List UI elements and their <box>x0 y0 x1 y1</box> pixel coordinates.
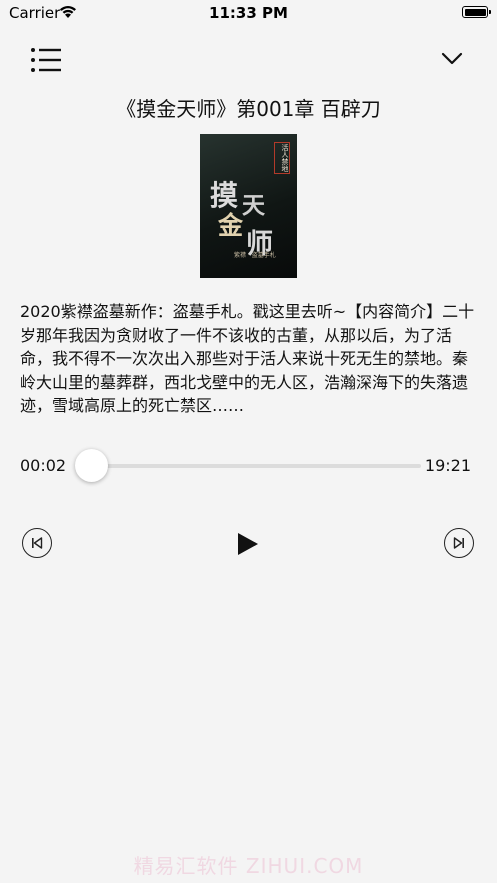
chevron-down-icon <box>441 52 463 65</box>
skip-forward-icon <box>453 537 464 549</box>
episode-title: 《摸金天师》第001章 百辟刀 <box>116 97 381 121</box>
progress-thumb[interactable] <box>75 449 108 482</box>
cover-tag: 活人禁地 <box>274 142 290 174</box>
total-time: 19:21 <box>424 456 471 475</box>
progress-track[interactable] <box>91 464 421 468</box>
cover-subtitle: 紫襟 · 盗墓手札 <box>234 252 276 259</box>
watermark: 精易汇软件 ZIHUI.COM <box>133 854 364 878</box>
playlist-button[interactable] <box>30 46 62 74</box>
skip-back-icon <box>32 537 43 549</box>
collapse-button[interactable] <box>441 50 463 68</box>
album-cover: 活人禁地 摸 天 金 师 紫襟 · 盗墓手札 <box>200 134 297 278</box>
play-button[interactable] <box>234 530 262 558</box>
next-button[interactable] <box>444 528 474 558</box>
status-bar: Carrier 11:33 PM <box>0 0 497 28</box>
status-time: 11:33 PM <box>209 4 288 22</box>
play-icon <box>238 533 258 555</box>
episode-description: 2020紫襟盗墓新作：盗墓手札。戳这里去听~【内容简介】二十岁那年我因为贪财收了… <box>20 302 475 415</box>
cover-char-3: 金 <box>218 211 244 240</box>
current-time: 00:02 <box>20 456 67 475</box>
previous-button[interactable] <box>22 528 52 558</box>
list-icon <box>31 48 61 72</box>
battery-icon <box>462 6 491 18</box>
cover-char-2: 天 <box>242 192 265 219</box>
